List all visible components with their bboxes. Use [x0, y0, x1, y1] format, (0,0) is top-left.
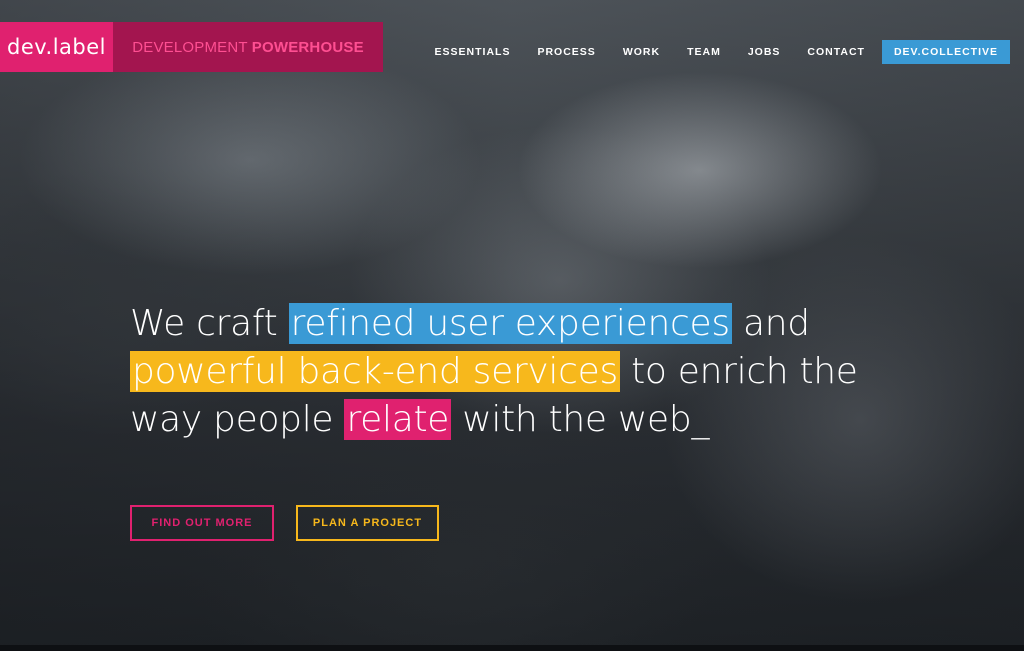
headline-text: to enrich the: [619, 351, 858, 392]
nav-item-essentials[interactable]: ESSENTIALS: [435, 46, 511, 58]
nav-item-jobs[interactable]: JOBS: [748, 46, 781, 58]
highlight-blue: refined user experiences: [288, 303, 732, 344]
plan-a-project-button[interactable]: PLAN A PROJECT: [296, 505, 439, 541]
nav-item-work[interactable]: WORK: [623, 46, 660, 58]
nav-item-process[interactable]: PROCESS: [537, 46, 595, 58]
headline-line-1: We craft refined user experiences and: [130, 300, 950, 348]
tagline-light: DEVELOPMENT: [132, 38, 248, 56]
headline-text: and: [731, 303, 810, 344]
main-nav: ESSENTIALS PROCESS WORK TEAM JOBS CONTAC…: [408, 40, 1010, 64]
nav-item-contact[interactable]: CONTACT: [807, 46, 865, 58]
headline-text: way people: [130, 399, 345, 440]
logo[interactable]: dev.label: [0, 22, 113, 72]
tagline-bold: POWERHOUSE: [251, 38, 364, 56]
brand-header: dev.label DEVELOPMENT POWERHOUSE: [0, 22, 383, 72]
headline-line-2: powerful back-end services to enrich the: [130, 348, 950, 396]
nav-cta-dev-collective[interactable]: DEV.COLLECTIVE: [881, 40, 1010, 64]
headline-text: We craft: [130, 303, 289, 344]
bottom-strip: [0, 645, 1024, 651]
highlight-yellow: powerful back-end services: [130, 351, 620, 392]
highlight-pink: relate: [344, 399, 452, 440]
hero-headline: We craft refined user experiences and po…: [130, 300, 950, 444]
nav-item-team[interactable]: TEAM: [687, 46, 721, 58]
tagline: DEVELOPMENT POWERHOUSE: [113, 22, 383, 72]
find-out-more-button[interactable]: FIND OUT MORE: [130, 505, 274, 541]
headline-text: with the web_: [451, 399, 710, 440]
logo-text: dev.label: [6, 35, 106, 59]
headline-line-3: way people relate with the web_: [130, 396, 950, 444]
